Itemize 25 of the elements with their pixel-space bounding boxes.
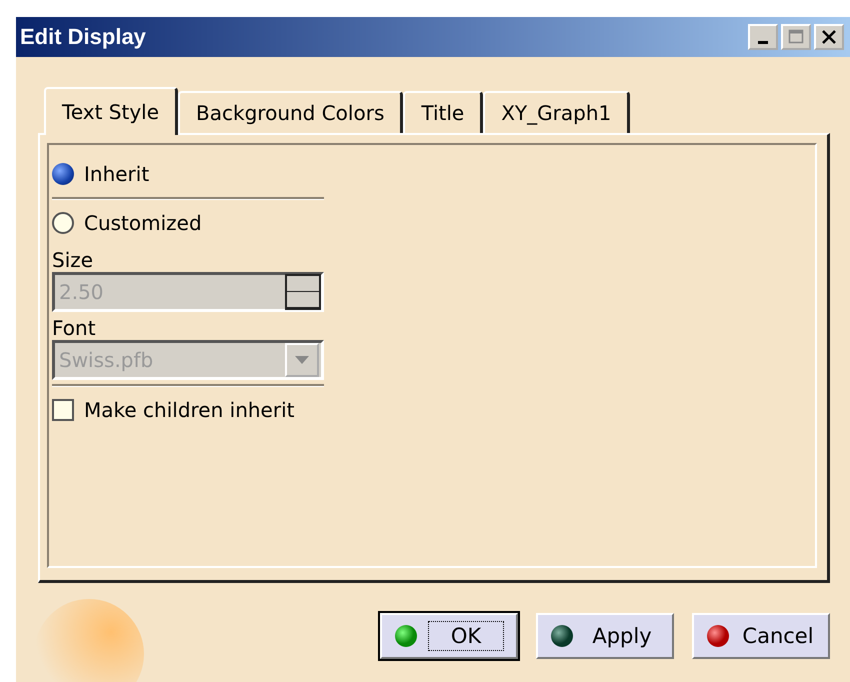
close-button[interactable] — [814, 24, 844, 50]
radio-button[interactable] — [52, 163, 74, 185]
dialog-button[interactable]: OK — [380, 613, 518, 659]
radio-label: Customized — [84, 211, 202, 235]
tab[interactable]: Title — [403, 91, 484, 133]
field-label: Font — [52, 316, 97, 340]
tab[interactable]: Text Style — [44, 87, 178, 135]
checkbox[interactable] — [52, 399, 74, 421]
close-icon — [821, 29, 837, 45]
ball-icon — [550, 624, 574, 648]
tab[interactable]: XY_Graph1 — [483, 91, 630, 133]
radio-label: Inherit — [84, 162, 150, 186]
window-title: Edit Display — [20, 24, 146, 50]
minimize-icon — [758, 40, 768, 44]
ball-icon — [706, 624, 730, 648]
checkbox-label: Make children inherit — [84, 398, 294, 422]
maximize-icon — [788, 29, 804, 45]
dropdown-arrow-icon — [295, 356, 309, 364]
tab[interactable]: Background Colors — [178, 91, 404, 133]
dialog-button[interactable]: Apply — [536, 613, 674, 659]
dialog-button[interactable]: Cancel — [692, 613, 830, 659]
radio-button[interactable] — [52, 212, 74, 234]
field-label: Size — [52, 248, 94, 272]
minimize-button[interactable] — [748, 24, 778, 50]
ball-icon — [394, 624, 418, 648]
